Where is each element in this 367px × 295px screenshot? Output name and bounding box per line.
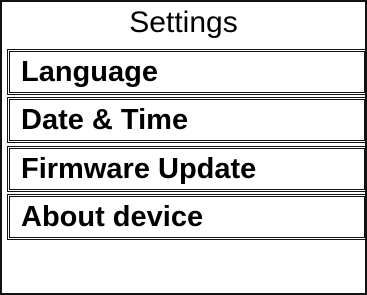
menu-item-language[interactable]: Language — [7, 49, 367, 95]
menu-item-label: Firmware Update — [21, 153, 257, 185]
page-title: Settings — [129, 6, 238, 39]
menu-item-about-device[interactable]: About device — [7, 194, 367, 240]
menu-item-firmware-update[interactable]: Firmware Update — [7, 146, 367, 192]
menu-item-label: Language — [21, 56, 158, 88]
menu-item-label: Date & Time — [21, 104, 189, 136]
menu-item-date-time[interactable]: Date & Time — [7, 97, 367, 143]
menu-item-label: About device — [21, 201, 204, 233]
settings-screen: Settings Language Date & Time Firmware U… — [0, 0, 367, 295]
